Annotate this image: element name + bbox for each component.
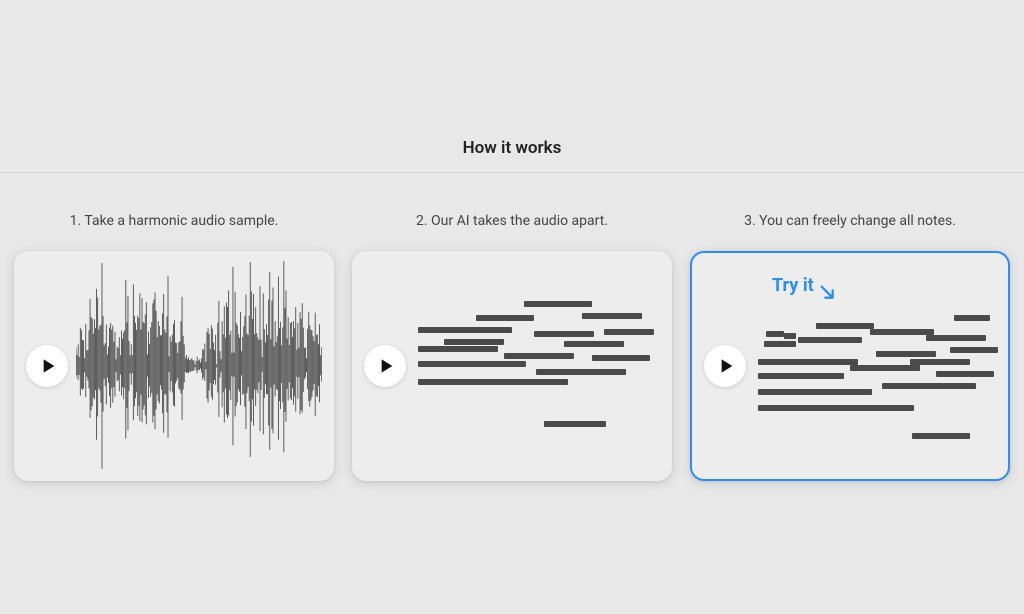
- step-2: 2. Our AI takes the audio apart.: [352, 213, 672, 481]
- note-bar[interactable]: [784, 333, 796, 339]
- note-bar[interactable]: [816, 323, 874, 329]
- note-bar[interactable]: [766, 331, 784, 337]
- note-bar[interactable]: [912, 433, 970, 439]
- note-bar: [504, 353, 574, 359]
- note-bar: [564, 341, 624, 347]
- try-it-text: Try it: [772, 275, 814, 296]
- waveform-area: [76, 261, 322, 471]
- note-bar[interactable]: [850, 365, 920, 371]
- note-bar[interactable]: [876, 351, 936, 357]
- note-bar: [604, 329, 654, 335]
- note-bar[interactable]: [910, 359, 970, 365]
- note-bar: [544, 421, 606, 427]
- arrow-down-right-icon: [818, 283, 840, 305]
- step-3-card[interactable]: Try it: [690, 251, 1010, 481]
- section-title: How it works: [0, 138, 1024, 158]
- note-bar[interactable]: [950, 347, 998, 353]
- step-3: 3. You can freely change all notes. Try …: [690, 213, 1010, 481]
- note-bar[interactable]: [758, 359, 858, 365]
- play-icon: [379, 358, 395, 374]
- divider: [0, 172, 1024, 173]
- note-bar[interactable]: [798, 337, 862, 343]
- step-2-card: [352, 251, 672, 481]
- note-bar: [536, 369, 626, 375]
- play-button-2[interactable]: [364, 345, 406, 387]
- note-bar: [418, 327, 512, 333]
- note-bar: [534, 331, 594, 337]
- step-1-card: [14, 251, 334, 481]
- note-bar: [524, 301, 592, 307]
- note-bar[interactable]: [882, 383, 976, 389]
- note-bar: [418, 361, 526, 367]
- play-button-3[interactable]: [704, 345, 746, 387]
- note-bar: [582, 313, 642, 319]
- note-bar[interactable]: [764, 341, 796, 347]
- note-bar: [418, 346, 498, 352]
- note-bar[interactable]: [758, 405, 914, 411]
- note-bar[interactable]: [926, 335, 986, 341]
- step-1: 1. Take a harmonic audio sample.: [14, 213, 334, 481]
- note-bar: [444, 339, 504, 345]
- note-bar[interactable]: [870, 329, 934, 335]
- play-button-1[interactable]: [26, 345, 68, 387]
- waveform-graphic: [76, 261, 322, 471]
- steps-row: 1. Take a harmonic audio sample. 2. Our …: [0, 213, 1024, 481]
- note-bar: [476, 315, 534, 321]
- note-bar: [592, 355, 650, 361]
- note-bar[interactable]: [936, 371, 994, 377]
- notes-area-2: [414, 261, 672, 481]
- note-bar[interactable]: [758, 389, 872, 395]
- step-2-label: 2. Our AI takes the audio apart.: [416, 213, 608, 229]
- note-bar: [418, 379, 568, 385]
- step-3-label: 3. You can freely change all notes.: [744, 213, 956, 229]
- try-it-callout: Try it: [772, 275, 840, 305]
- play-icon: [41, 358, 57, 374]
- note-bar[interactable]: [954, 315, 990, 321]
- step-1-label: 1. Take a harmonic audio sample.: [70, 213, 279, 229]
- how-it-works-section: How it works 1. Take a harmonic audio sa…: [0, 0, 1024, 481]
- note-bar[interactable]: [758, 373, 844, 379]
- play-icon: [719, 358, 735, 374]
